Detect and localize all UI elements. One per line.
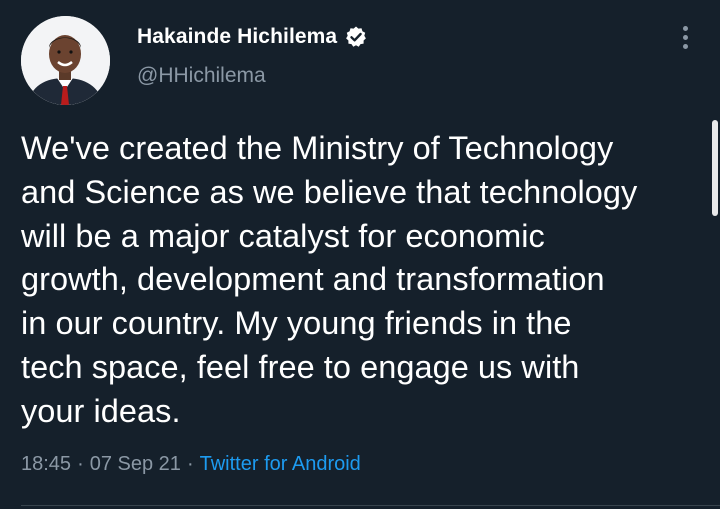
tweet-meta: 18:45 · 07 Sep 21 · Twitter for Android [21, 453, 361, 476]
tweet-line: tech space, feel free to engage us with [21, 348, 580, 385]
more-options-icon[interactable] [676, 22, 694, 52]
tweet-line: your ideas. [21, 392, 181, 429]
divider [21, 505, 720, 506]
verified-badge-icon [344, 25, 368, 49]
tweet-time[interactable]: 18:45 [21, 453, 71, 476]
tweet-line: will be a major catalyst for economic [21, 217, 545, 254]
avatar-photo [21, 16, 110, 105]
meta-separator: · [77, 453, 84, 475]
author-name-row[interactable]: Hakainde Hichilema [137, 22, 368, 52]
tweet-line: in our country. My young friends in the [21, 305, 572, 342]
meta-separator: · [186, 453, 194, 475]
tweet-line: and Science as we believe that technolog… [21, 173, 638, 210]
tweet-line: growth, development and transformation [21, 261, 605, 298]
tweet-card: Hakainde Hichilema @HHichilema We've cre… [0, 0, 720, 509]
tweet-source-link[interactable]: Twitter for Android [200, 453, 361, 476]
scrollbar[interactable] [712, 120, 718, 216]
display-name[interactable]: Hakainde Hichilema [137, 25, 337, 49]
tweet-line: We've created the Ministry of Technology [21, 130, 614, 166]
avatar[interactable] [21, 16, 110, 105]
tweet-text: We've created the Ministry of Technology… [21, 127, 711, 434]
tweet-date[interactable]: 07 Sep 21 [90, 453, 181, 476]
user-handle[interactable]: @HHichilema [137, 64, 266, 88]
